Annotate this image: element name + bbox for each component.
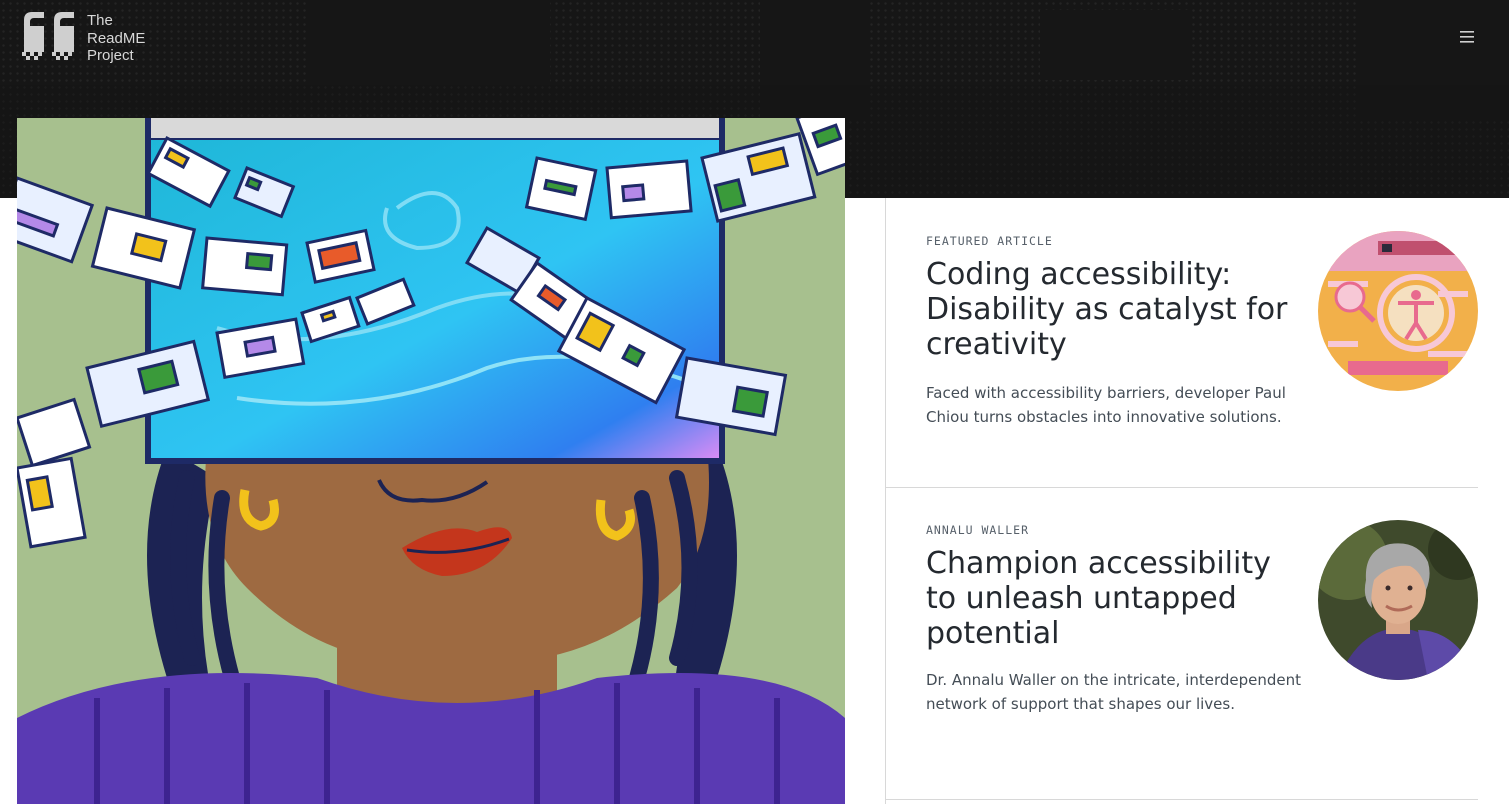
hero-illustration[interactable] — [17, 118, 845, 804]
logo-line-3: Project — [87, 47, 134, 64]
article-list: FEATURED ARTICLE Coding accessibility: D… — [885, 198, 1478, 804]
article-thumbnail[interactable] — [1318, 231, 1478, 391]
logo-line-1: The — [87, 12, 113, 29]
annalu-waller-portrait — [1318, 520, 1478, 680]
accessibility-illustration — [1318, 231, 1478, 391]
article-card[interactable]: FEATURED ARTICLE Coding accessibility: D… — [886, 198, 1478, 488]
article-title-link[interactable]: Coding accessibility: Disability as cata… — [926, 257, 1306, 362]
article-description: Dr. Annalu Waller on the intricate, inte… — [926, 671, 1301, 713]
hero-illustration-art — [17, 118, 845, 804]
logo-wordmark: The ReadME Project — [87, 12, 145, 65]
quote-mark-icon — [22, 12, 74, 60]
article-eyebrow: FEATURED ARTICLE — [926, 234, 1053, 248]
readme-project-logo[interactable]: The ReadME Project — [18, 12, 145, 65]
article-thumbnail[interactable] — [1318, 520, 1478, 680]
article-description: Faced with accessibility barriers, devel… — [926, 384, 1286, 426]
article-title-link[interactable]: Champion accessibility to unleash untapp… — [926, 546, 1306, 651]
hamburger-menu-icon[interactable] — [1456, 26, 1478, 48]
logo-line-2: ReadME — [87, 29, 146, 47]
article-card[interactable]: ANNALU WALLER Champion accessibility to … — [886, 488, 1478, 800]
article-eyebrow: ANNALU WALLER — [926, 523, 1030, 537]
